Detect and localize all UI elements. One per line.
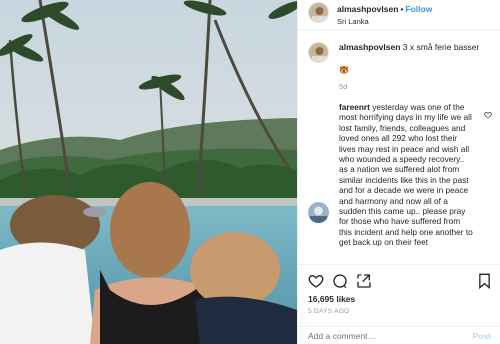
location-link[interactable]: Sri Lanka — [337, 16, 432, 27]
like-heart-icon[interactable] — [308, 273, 324, 294]
add-comment-input[interactable] — [308, 331, 458, 341]
comment-icon[interactable] — [332, 273, 348, 294]
author-username[interactable]: almashpovlsen — [337, 4, 398, 14]
follow-button[interactable]: Follow — [405, 4, 432, 14]
share-icon[interactable] — [356, 273, 372, 294]
post-caption: almashpovlsen 3 x små ferie basser 🐯 — [308, 42, 493, 75]
post-side-panel: almashpovlsen • Follow Sri Lanka almashpov… — [297, 0, 500, 344]
comment-like-heart-icon[interactable] — [484, 106, 492, 124]
add-comment-bar: Post — [298, 326, 500, 344]
caption-emoji: 🐯 — [339, 66, 349, 75]
post-photo — [0, 0, 297, 344]
comment-username[interactable]: fareenrt — [339, 102, 370, 112]
comment-avatar[interactable] — [308, 202, 329, 223]
post-actions: 16,695 likes 5 DAYS AGO Post — [298, 264, 500, 344]
caption-username[interactable]: almashpovlsen — [339, 42, 400, 52]
post-header: almashpovlsen • Follow Sri Lanka — [298, 0, 500, 30]
separator-dot: • — [400, 4, 404, 14]
caption-time: 5d — [339, 82, 348, 91]
bookmark-icon[interactable] — [477, 273, 492, 294]
post-comment-button[interactable]: Post — [473, 331, 491, 341]
comment-body: yesterday was one of the most horrifying… — [339, 102, 473, 248]
caption-avatar[interactable] — [308, 42, 329, 63]
caption-text: 3 x små ferie basser — [402, 42, 480, 52]
post-time-ago: 5 DAYS AGO — [308, 308, 350, 315]
author-avatar[interactable] — [308, 2, 329, 23]
likes-count[interactable]: 16,695 likes — [308, 294, 355, 304]
comment-item: fareenrt yesterday was one of the most h… — [308, 102, 498, 264]
